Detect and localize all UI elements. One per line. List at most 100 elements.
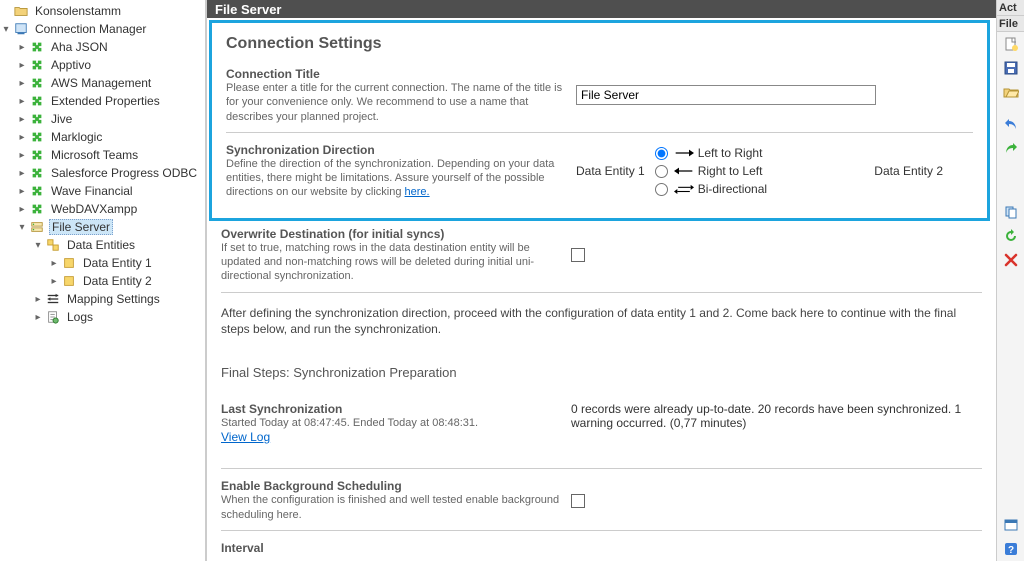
puzzle-icon [29,201,45,217]
undo-icon[interactable] [997,112,1024,136]
tree-label: Logs [64,309,96,325]
view-log-link[interactable]: View Log [221,430,270,444]
connection-title-desc: Please enter a title for the current con… [226,81,566,124]
puzzle-icon [29,93,45,109]
entity-icon [61,255,77,271]
overwrite-checkbox[interactable] [571,248,585,262]
expand-icon[interactable]: ▸ [16,131,28,143]
connection-title-row: Connection Title Please enter a title fo… [226,67,973,124]
tree-label: Data Entities [64,237,138,253]
radio-label: Left to Right [698,146,763,160]
tree-label: Mapping Settings [64,291,163,307]
last-sync-row: Last Synchronization Started Today at 08… [221,402,982,444]
bg-sched-desc: When the configuration is finished and w… [221,493,561,522]
tree-logs[interactable]: ▸ Logs [0,308,205,326]
expand-icon[interactable]: ▸ [16,77,28,89]
expand-icon[interactable]: ▸ [16,113,28,125]
expand-icon[interactable]: ▸ [16,203,28,215]
tree-item-aha-json[interactable]: ▸Aha JSON [0,38,205,56]
expand-icon[interactable]: ▸ [32,311,44,323]
expand-icon[interactable]: ▸ [48,257,60,269]
tree-label: Data Entity 1 [80,255,155,271]
tree-label: Apptivo [48,57,94,73]
sync-direction-desc: Define the direction of the synchronizat… [226,157,566,200]
sync-here-link[interactable]: here. [405,186,430,198]
overwrite-label: Overwrite Destination (for initial syncs… [221,227,561,241]
expand-icon[interactable]: ▸ [16,149,28,161]
collapse-icon[interactable]: ▾ [0,23,12,35]
connection-title-input[interactable] [576,85,876,105]
collapse-icon[interactable]: ▾ [32,239,44,251]
title-bar: File Server [207,0,996,18]
svg-text:?: ? [1008,545,1014,556]
expand-icon[interactable]: ▸ [16,167,28,179]
mapping-icon [45,291,61,307]
new-icon[interactable] [997,32,1024,56]
tree-item-aws[interactable]: ▸ AWS Management [0,74,205,92]
radio-left-to-right[interactable]: Left to Right [655,146,767,160]
puzzle-icon [29,111,45,127]
tree-connection-manager[interactable]: ▾ Connection Manager [0,20,205,38]
content-scroll[interactable]: Connection Settings Connection Title Ple… [207,18,996,561]
tree-label: WebDAVXampp [48,201,140,217]
overwrite-desc: If set to true, matching rows in the dat… [221,241,561,284]
tree-label: Data Entity 2 [80,273,155,289]
redo-icon[interactable] [997,136,1024,160]
radio-bidirectional[interactable]: Bi-directional [655,182,767,196]
entity-right-label: Data Entity 2 [874,164,943,178]
puzzle-icon [29,147,45,163]
final-steps-heading: Final Steps: Synchronization Preparation [221,365,982,380]
tree-root[interactable]: Konsolenstamm [0,2,205,20]
tree-label: Microsoft Teams [48,147,141,163]
copy-icon[interactable] [997,200,1024,224]
tree-item-webdav[interactable]: ▸ WebDAVXampp [0,200,205,218]
tree-label: AWS Management [48,75,154,91]
tree-item-apptivo[interactable]: ▸ Apptivo [0,56,205,74]
sync-direction-row: Synchronization Direction Define the dir… [226,143,973,200]
expand-icon[interactable]: ▸ [16,41,28,53]
tree-data-entity-1[interactable]: ▸ Data Entity 1 [0,254,205,272]
right-toolstrip: Act File ? [996,0,1024,561]
puzzle-icon [29,39,45,55]
expand-icon[interactable]: ▸ [32,293,44,305]
entity-left-label: Data Entity 1 [576,164,645,178]
tree-mapping-settings[interactable]: ▸ Mapping Settings [0,290,205,308]
tree-item-jive[interactable]: ▸Jive [0,110,205,128]
tree-item-file-server[interactable]: ▾File Server [0,218,205,236]
connection-title-label: Connection Title [226,67,566,81]
tree-item-salesforce[interactable]: ▸ Salesforce Progress ODBC [0,164,205,182]
last-sync-result: 0 records were already up-to-date. 20 re… [571,402,982,444]
expand-icon[interactable]: ▸ [16,185,28,197]
interval-row: Interval [221,541,982,555]
tree-data-entities[interactable]: ▾ Data Entities [0,236,205,254]
title-text: File Server [215,2,282,17]
interval-label: Interval [221,541,561,555]
radio-right-to-left[interactable]: Right to Left [655,164,767,178]
puzzle-icon [29,57,45,73]
tree-item-marklogic[interactable]: ▸Marklogic [0,128,205,146]
tree-data-entity-2[interactable]: ▸ Data Entity 2 [0,272,205,290]
refresh-icon[interactable] [997,224,1024,248]
save-icon[interactable] [997,56,1024,80]
expand-icon[interactable]: ▸ [16,95,28,107]
arrow-left-icon [674,165,694,177]
tree-item-msteams[interactable]: ▸ Microsoft Teams [0,146,205,164]
tree-item-extprops[interactable]: ▸Extended Properties [0,92,205,110]
bg-sched-label: Enable Background Scheduling [221,479,561,493]
right-head-file: File [997,16,1024,32]
delete-icon[interactable] [997,248,1024,272]
folder-icon [13,3,29,19]
window-icon[interactable] [997,513,1024,537]
expand-icon[interactable]: ▸ [16,59,28,71]
tree-label: Salesforce Progress ODBC [48,165,200,181]
bg-sched-row: Enable Background Scheduling When the co… [221,479,982,522]
expand-icon[interactable]: ▸ [48,275,60,287]
puzzle-icon [29,75,45,91]
main-panel: File Server Connection Settings Connecti… [206,0,996,561]
bg-sched-checkbox[interactable] [571,494,585,508]
tree-item-wave[interactable]: ▸Wave Financial [0,182,205,200]
open-icon[interactable] [997,80,1024,104]
help-icon[interactable]: ? [997,537,1024,561]
collapse-icon[interactable]: ▾ [16,221,28,233]
radio-label: Right to Left [698,164,763,178]
